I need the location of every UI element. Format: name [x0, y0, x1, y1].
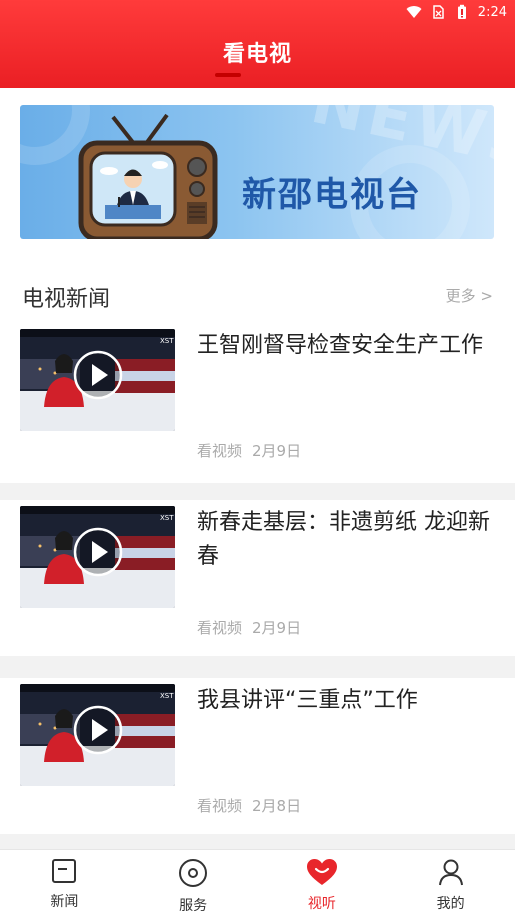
wifi-icon	[406, 4, 422, 20]
app-screen: 2:24 看电视 NEWS 新邵电视台 电视新闻 更多 > XST 王智刚督导检…	[0, 0, 515, 915]
no-sim-icon	[430, 4, 446, 20]
news-title[interactable]: 我县讲评“三重点”工作	[197, 684, 492, 718]
nav-label-mine: 我的	[436, 896, 465, 912]
svg-text:XST: XST	[160, 692, 174, 700]
nav-label-audio-video: 视听	[307, 896, 336, 912]
news-icon	[51, 858, 77, 888]
banner-title: 新邵电视台	[242, 175, 422, 215]
nav-item-news[interactable]: 新闻	[0, 850, 129, 915]
nav-item-service[interactable]: 服务	[129, 850, 258, 915]
nav-label-service: 服务	[179, 898, 208, 914]
banner-section: NEWS 新邵电视台	[0, 88, 515, 253]
nav-item-mine[interactable]: 我的	[386, 850, 515, 915]
tv-news-section-header: 电视新闻 更多 >	[0, 253, 515, 323]
news-item[interactable]: XST 王智刚督导检查安全生产工作 看视频 2月9日	[0, 323, 515, 483]
nav-label-news: 新闻	[50, 894, 79, 910]
news-source: 看视频	[197, 797, 243, 815]
news-thumbnail[interactable]: XST	[20, 684, 175, 786]
news-meta: 看视频 2月8日	[197, 795, 301, 816]
news-date: 2月9日	[252, 619, 302, 637]
tv-illustration-icon	[78, 113, 218, 239]
bottom-nav: 新闻 服务 视听 我的	[0, 849, 515, 915]
tab-indicator	[215, 73, 241, 77]
tv-station-banner[interactable]: NEWS 新邵电视台	[20, 105, 494, 239]
more-link[interactable]: 更多 >	[446, 285, 493, 306]
news-date: 2月9日	[252, 442, 302, 460]
top-header: 2:24 看电视	[0, 0, 515, 88]
news-thumbnail[interactable]: XST	[20, 506, 175, 608]
svg-text:XST: XST	[160, 337, 174, 345]
news-item[interactable]: XST 我县讲评“三重点”工作 看视频 2月8日	[0, 678, 515, 834]
status-bar: 2:24	[406, 3, 507, 21]
news-source: 看视频	[197, 442, 243, 460]
news-title[interactable]: 王智刚督导检查安全生产工作	[197, 329, 492, 363]
battery-icon	[454, 4, 470, 20]
section-title: 电视新闻	[22, 287, 111, 312]
news-meta: 看视频 2月9日	[197, 617, 301, 638]
nav-item-audio-video[interactable]: 视听	[258, 850, 387, 915]
news-meta: 看视频 2月9日	[197, 440, 301, 461]
news-date: 2月8日	[252, 797, 302, 815]
page-title: 看电视	[222, 42, 292, 67]
user-icon	[437, 858, 465, 890]
service-icon	[178, 858, 208, 892]
news-item[interactable]: XST 新春走基层：非遗剪纸 龙迎新春 看视频 2月9日	[0, 500, 515, 656]
heart-smile-icon	[306, 858, 338, 890]
news-title[interactable]: 新春走基层：非遗剪纸 龙迎新春	[197, 506, 492, 574]
status-time: 2:24	[477, 4, 507, 20]
svg-text:XST: XST	[160, 514, 174, 522]
news-source: 看视频	[197, 619, 243, 637]
news-thumbnail[interactable]: XST	[20, 329, 175, 431]
